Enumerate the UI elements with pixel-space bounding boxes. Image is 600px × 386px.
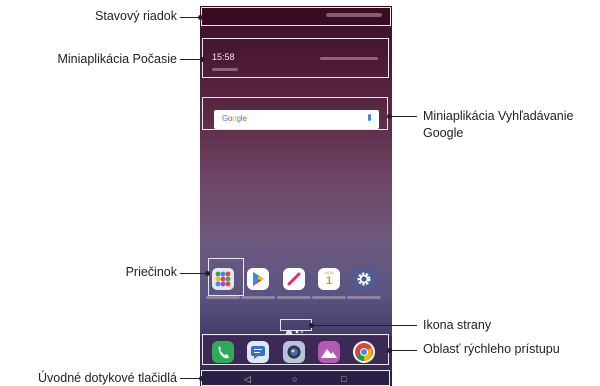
pen-glyph: [287, 272, 301, 286]
quickmemo-icon[interactable]: [283, 268, 305, 290]
app-label: [312, 296, 346, 299]
leader-dot: [199, 376, 204, 381]
label-quick-access: Oblasť rýchleho prístupu: [423, 342, 560, 356]
leader-dot: [387, 348, 392, 353]
leader-dot: [309, 323, 314, 328]
app-label: [206, 296, 240, 299]
folder-highlight: [208, 258, 244, 296]
quick-access-highlight: [202, 334, 389, 365]
leader-dot: [200, 57, 205, 62]
leader-quick-access: [390, 350, 417, 351]
leader-dot: [205, 271, 210, 276]
label-folder: Priečinok: [125, 265, 177, 279]
weather-widget-highlight: [202, 38, 389, 78]
app-label: [277, 296, 311, 299]
leader-folder: [180, 273, 207, 274]
leader-page-icon: [312, 325, 417, 326]
label-google-search-2: Google: [423, 126, 464, 140]
status-bar-highlight: [201, 7, 391, 26]
page-icon-highlight: [280, 319, 312, 331]
touch-buttons-highlight: [201, 370, 390, 386]
label-home-touch-buttons: Úvodné dotykové tlačidlá: [38, 371, 177, 385]
app-label: [241, 296, 275, 299]
leader-weather: [180, 59, 202, 60]
label-weather-widget: Miniaplikácia Počasie: [57, 52, 177, 66]
leader-status-bar: [180, 17, 200, 18]
leader-dot: [198, 15, 203, 20]
settings-icon[interactable]: [353, 268, 375, 290]
leader-dot: [387, 114, 392, 119]
label-status-bar: Stavový riadok: [95, 9, 177, 23]
google-search-highlight: [202, 97, 388, 130]
play-store-glyph: [253, 272, 264, 286]
calendar-day: 1: [325, 275, 333, 287]
leader-google-search: [390, 116, 417, 117]
label-page-icon: Ikona strany: [423, 318, 492, 332]
gear-glyph: [357, 272, 371, 286]
calendar-icon[interactable]: MON 1: [318, 268, 340, 290]
label-google-search-1: Miniaplikácia Vyhľadávanie: [423, 109, 574, 123]
app-label: [347, 296, 381, 299]
leader-touch-buttons: [180, 378, 201, 379]
play-store-icon[interactable]: [247, 268, 269, 290]
